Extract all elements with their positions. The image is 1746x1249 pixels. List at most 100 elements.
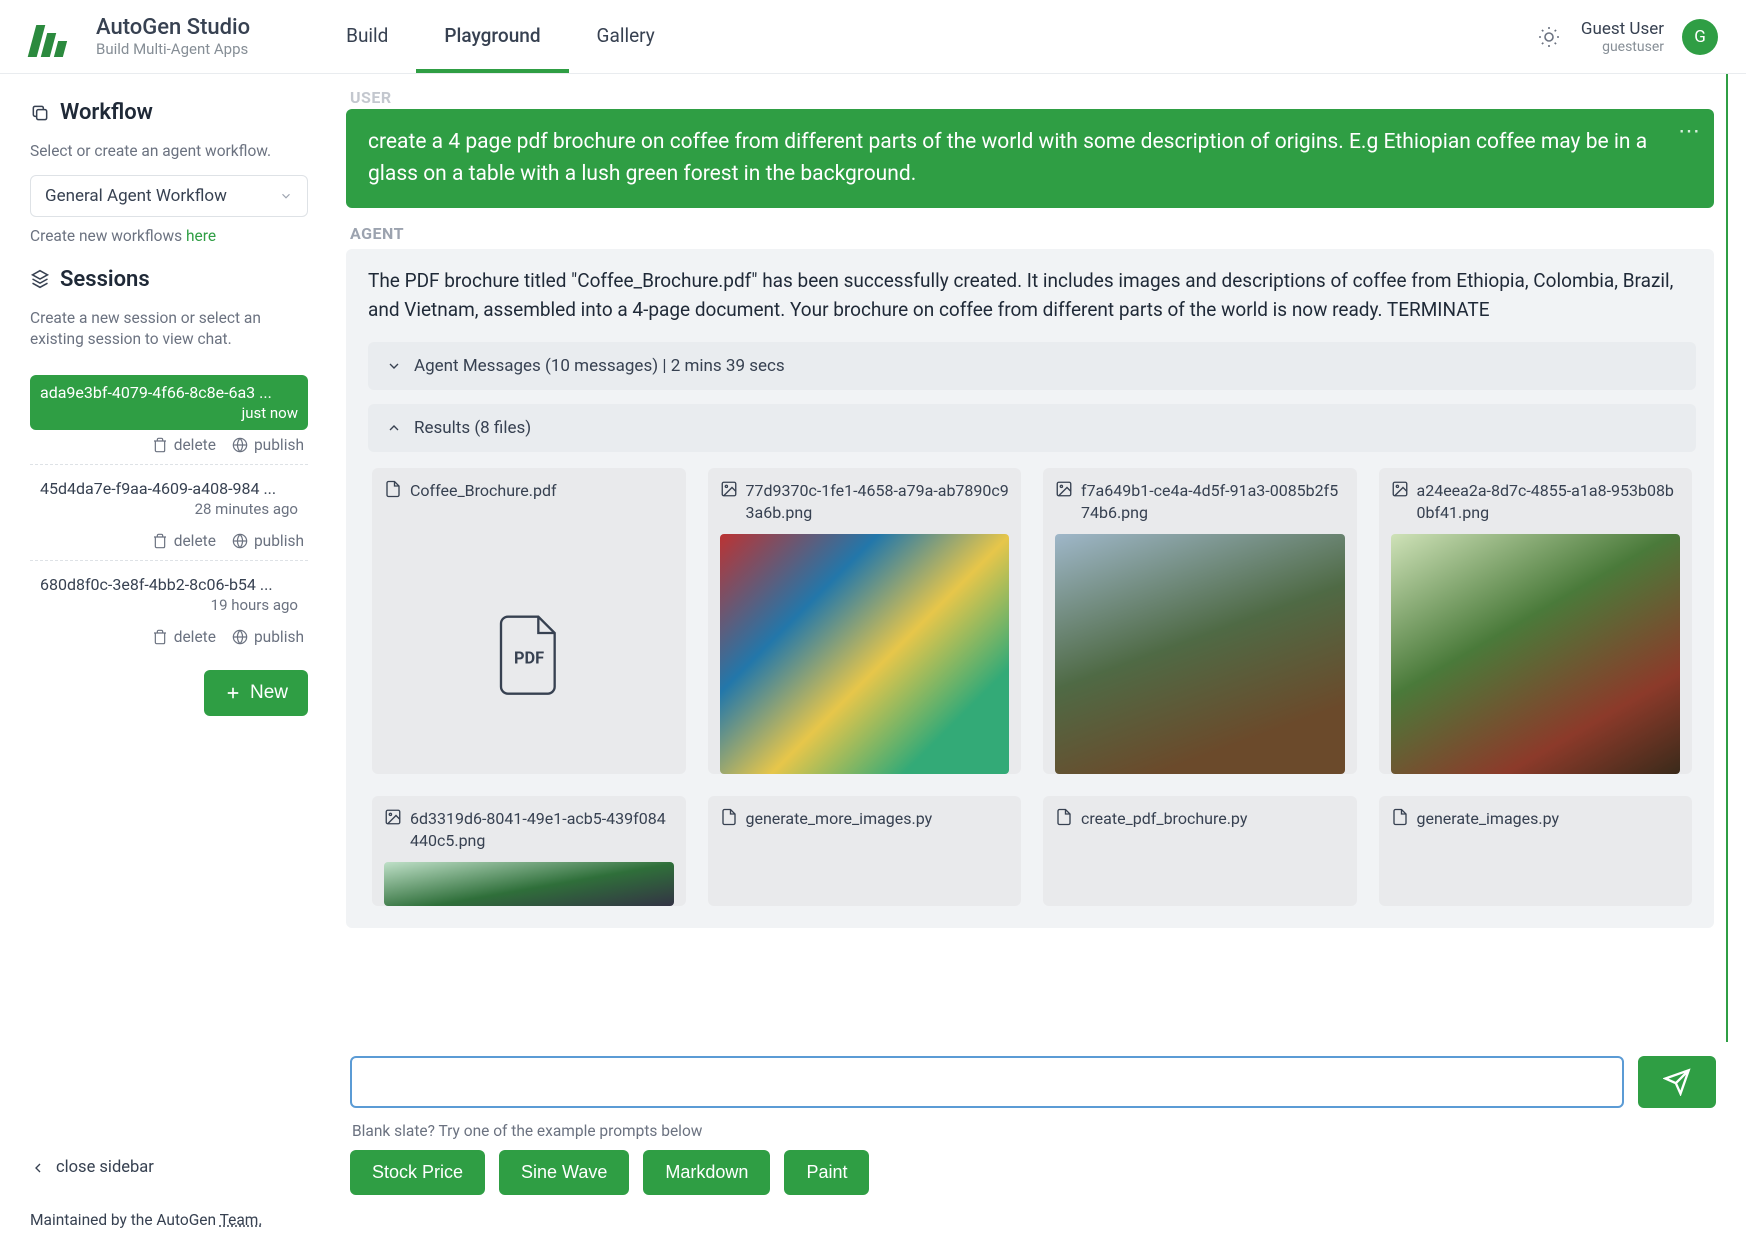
user-message-bubble: create a 4 page pdf brochure on coffee f…: [346, 109, 1714, 208]
file-card[interactable]: 77d9370c-1fe1-4658-a79a-ab7890c93a6b.png: [708, 468, 1022, 774]
session-row-active[interactable]: ada9e3bf-4079-4f66-8c8e-6a3 ... just now: [30, 375, 308, 430]
pdf-thumbnail: PDF: [384, 534, 674, 774]
image-thumbnail: [1391, 534, 1681, 774]
file-card[interactable]: 6d3319d6-8041-49e1-acb5-439f084440c5.png: [372, 796, 686, 906]
session-id: 45d4da7e-f9aa-4609-a408-984 ...: [40, 479, 298, 498]
session-publish-button[interactable]: publish: [232, 532, 304, 550]
send-icon: [1663, 1068, 1691, 1096]
role-user-label: USER: [350, 88, 1714, 107]
copy-icon: [30, 103, 50, 123]
avatar[interactable]: G: [1682, 19, 1718, 55]
session-delete-button[interactable]: delete: [152, 532, 216, 550]
file-name: 6d3319d6-8041-49e1-acb5-439f084440c5.png: [410, 808, 674, 851]
send-button[interactable]: [1638, 1056, 1716, 1108]
tab-gallery[interactable]: Gallery: [569, 0, 683, 73]
new-session-button[interactable]: New: [204, 670, 308, 716]
file-card[interactable]: Coffee_Brochure.pdf PDF: [372, 468, 686, 774]
file-name: f7a649b1-ce4a-4d5f-91a3-0085b2f574b6.png: [1081, 480, 1345, 523]
image-icon: [384, 808, 402, 826]
composer-area: Blank slate? Try one of the example prom…: [338, 1042, 1728, 1195]
session-row[interactable]: 680d8f0c-3e8f-4bb2-8c06-b54 ... 19 hours…: [30, 567, 308, 622]
session-time: just now: [40, 404, 298, 422]
results-grid: Coffee_Brochure.pdf PDF 77d9370c-1fe1-46…: [368, 466, 1696, 906]
chevron-left-icon: [30, 1160, 46, 1176]
image-icon: [1391, 480, 1409, 498]
image-thumbnail: [720, 534, 1010, 774]
plus-icon: [224, 684, 242, 702]
app-logo: [28, 17, 68, 57]
sidebar: Workflow Select or create an agent workf…: [0, 74, 338, 1195]
trash-icon: [152, 629, 168, 645]
session-publish-button[interactable]: publish: [232, 436, 304, 454]
file-card[interactable]: generate_images.py: [1379, 796, 1693, 906]
globe-icon: [232, 629, 248, 645]
svg-text:PDF: PDF: [514, 648, 544, 667]
chevron-up-icon: [386, 420, 402, 436]
topbar: AutoGen Studio Build Multi-Agent Apps Bu…: [0, 0, 1746, 74]
session-time: 19 hours ago: [40, 596, 298, 614]
session-time: 28 minutes ago: [40, 500, 298, 518]
sessions-heading: Sessions: [30, 267, 308, 292]
suggestion-markdown[interactable]: Markdown: [643, 1150, 770, 1195]
pdf-icon: PDF: [493, 612, 565, 696]
file-name: generate_more_images.py: [746, 808, 933, 830]
trash-icon: [152, 533, 168, 549]
suggestion-paint[interactable]: Paint: [784, 1150, 869, 1195]
session-id: 680d8f0c-3e8f-4bb2-8c06-b54 ...: [40, 575, 298, 594]
suggestion-stock-price[interactable]: Stock Price: [350, 1150, 485, 1195]
user-message-text: create a 4 page pdf brochure on coffee f…: [368, 130, 1647, 186]
file-icon: [1055, 808, 1073, 826]
file-icon: [720, 808, 738, 826]
workflow-heading: Workflow: [30, 100, 308, 125]
workflow-select[interactable]: General Agent Workflow: [30, 175, 308, 217]
workflow-desc: Select or create an agent workflow.: [30, 141, 308, 163]
chevron-down-icon: [386, 358, 402, 374]
file-card[interactable]: generate_more_images.py: [708, 796, 1022, 906]
session-item: ada9e3bf-4079-4f66-8c8e-6a3 ... just now…: [30, 375, 308, 464]
image-icon: [720, 480, 738, 498]
session-delete-button[interactable]: delete: [152, 628, 216, 646]
image-icon: [1055, 480, 1073, 498]
file-name: Coffee_Brochure.pdf: [410, 480, 557, 502]
globe-icon: [232, 533, 248, 549]
user-handle: guestuser: [1581, 39, 1664, 55]
footer: Maintained by the AutoGen Team.: [0, 1195, 1746, 1249]
session-row[interactable]: 45d4da7e-f9aa-4609-a408-984 ... 28 minut…: [30, 471, 308, 526]
layers-icon: [30, 269, 50, 289]
sessions-title: Sessions: [60, 267, 150, 292]
app-title: AutoGen Studio: [96, 15, 250, 40]
tab-playground[interactable]: Playground: [416, 0, 568, 73]
file-card[interactable]: f7a649b1-ce4a-4d5f-91a3-0085b2f574b6.png: [1043, 468, 1357, 774]
suggestion-row: Stock Price Sine Wave Markdown Paint: [350, 1150, 1716, 1195]
file-card[interactable]: a24eea2a-8d7c-4855-a1a8-953b08b0bf41.png: [1379, 468, 1693, 774]
file-icon: [1391, 808, 1409, 826]
message-more-icon[interactable]: ⋯: [1678, 115, 1702, 148]
trash-icon: [152, 437, 168, 453]
brand: AutoGen Studio Build Multi-Agent Apps: [96, 15, 250, 58]
session-delete-button[interactable]: delete: [152, 436, 216, 454]
workflow-selected-label: General Agent Workflow: [45, 186, 227, 206]
agent-messages-collapse[interactable]: Agent Messages (10 messages) | 2 mins 39…: [368, 342, 1696, 390]
results-collapse[interactable]: Results (8 files): [368, 404, 1696, 452]
image-thumbnail: [1055, 534, 1345, 774]
footer-team-link[interactable]: Team.: [220, 1211, 263, 1229]
chevron-down-icon: [279, 189, 293, 203]
file-name: 77d9370c-1fe1-4658-a79a-ab7890c93a6b.png: [746, 480, 1010, 523]
suggestion-sine-wave[interactable]: Sine Wave: [499, 1150, 629, 1195]
composer-hint: Blank slate? Try one of the example prom…: [352, 1122, 1714, 1140]
create-workflow-here-link[interactable]: here: [186, 227, 216, 245]
close-sidebar-button[interactable]: close sidebar: [30, 1118, 308, 1177]
globe-icon: [232, 437, 248, 453]
tab-build[interactable]: Build: [318, 0, 416, 73]
file-icon: [384, 480, 402, 498]
file-name: a24eea2a-8d7c-4855-a1a8-953b08b0bf41.png: [1417, 480, 1681, 523]
image-thumbnail: [384, 862, 674, 906]
session-publish-button[interactable]: publish: [232, 628, 304, 646]
message-input[interactable]: [350, 1056, 1624, 1108]
chat-area: USER create a 4 page pdf brochure on cof…: [338, 74, 1746, 1195]
user-name: Guest User guestuser: [1581, 19, 1664, 55]
file-card[interactable]: create_pdf_brochure.py: [1043, 796, 1357, 906]
user-area: Guest User guestuser G: [1535, 19, 1718, 55]
theme-toggle-icon[interactable]: [1535, 23, 1563, 51]
agent-message-block: The PDF brochure titled "Coffee_Brochure…: [346, 249, 1714, 928]
